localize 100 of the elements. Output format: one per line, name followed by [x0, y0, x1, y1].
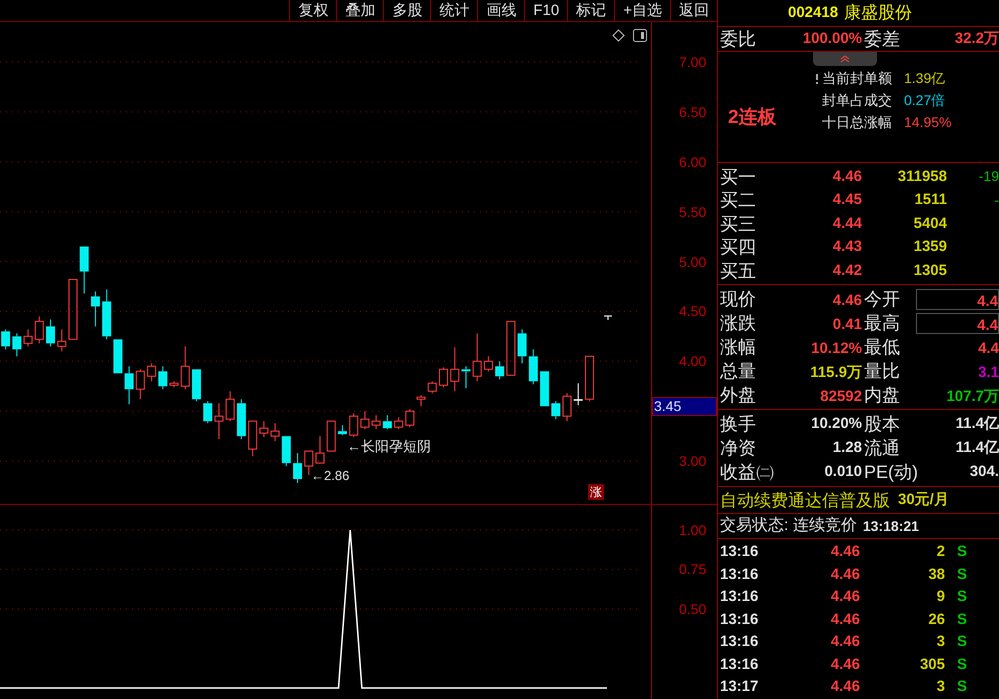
- tick-price: 4.46: [830, 632, 860, 652]
- diamond-icon: [612, 29, 625, 42]
- quote-value: 3.1: [977, 362, 999, 382]
- toolbar-button[interactable]: +自选: [614, 0, 670, 22]
- fundamental-label: PE(动): [864, 461, 919, 484]
- price-axis-label: 4.50: [679, 303, 706, 320]
- quote-value: 4.46: [832, 290, 862, 310]
- tick-volume: 3: [936, 677, 945, 698]
- fundamental-label: 流通: [864, 437, 901, 460]
- quote-value: 4.4: [916, 312, 999, 334]
- quote-value: 115.9万: [809, 362, 862, 382]
- toolbar-button[interactable]: 画线: [477, 0, 524, 22]
- indicator-axis-label: 1.00: [679, 522, 706, 538]
- seal-label: 封单占成交: [822, 91, 893, 110]
- fundamental-label: 股本: [864, 413, 901, 436]
- tick-side: S: [957, 654, 968, 675]
- price-axis-label: 5.00: [679, 254, 706, 270]
- promo-price: 30元/月: [898, 490, 949, 510]
- quote-label: 今开: [864, 288, 901, 312]
- candle: [124, 366, 134, 405]
- bid-volume: 5404: [912, 214, 947, 234]
- quote-label: 最高: [864, 312, 901, 336]
- tick-time: 13:16: [720, 654, 760, 675]
- candle: [203, 400, 212, 424]
- bid-price: 4.46: [832, 166, 862, 187]
- candle: [180, 346, 190, 390]
- candle: [248, 420, 258, 457]
- candle: [316, 436, 324, 464]
- bid-volume: 1305: [912, 260, 947, 281]
- candle: [562, 392, 572, 422]
- tick-volume: 26: [927, 610, 945, 630]
- ratio-label: 委比: [720, 28, 757, 51]
- toolbar-button[interactable]: F10: [524, 0, 568, 22]
- tick-volume: 38: [927, 564, 945, 585]
- quote-value: 10.12%: [810, 338, 862, 358]
- bid-volume: 1511: [913, 190, 947, 210]
- indicator-axis-label: 0.50: [679, 600, 706, 617]
- cursor-mark: [604, 316, 612, 320]
- tick-volume: 305: [918, 654, 945, 675]
- candle: [270, 422, 280, 442]
- toolbar-button[interactable]: 多股: [383, 0, 430, 22]
- price-axis-label: 6.50: [679, 104, 706, 120]
- low-price-annotation: ←2.86: [311, 468, 350, 483]
- tick-volume: 9: [936, 587, 945, 608]
- quote-label: 总量: [720, 360, 757, 384]
- tick-side: S: [957, 632, 968, 652]
- bid-change: -19: [978, 167, 999, 186]
- promo-link[interactable]: 自动续费通达信普及版: [720, 488, 890, 514]
- toolbar-button[interactable]: 返回: [670, 0, 717, 22]
- indicator-axis-label: 0.75: [679, 561, 706, 578]
- candle: [236, 398, 246, 440]
- candle: [214, 402, 224, 440]
- pattern-annotation: ←长阳孕短阴: [347, 438, 431, 454]
- tick-time: 13:16: [720, 564, 760, 585]
- quote-label: 外盘: [720, 384, 757, 408]
- candle: [540, 370, 550, 407]
- candle: [80, 246, 89, 294]
- tick-time: 13:16: [720, 587, 760, 608]
- candle: [416, 394, 426, 407]
- candle: [472, 332, 482, 382]
- bid-price: 4.44: [832, 214, 862, 234]
- candle: [90, 290, 100, 327]
- bid-label: 买四: [720, 236, 757, 260]
- candle: [57, 328, 66, 352]
- chevron-up-icon: [840, 54, 850, 63]
- candle: [584, 356, 594, 402]
- candle: [24, 328, 33, 347]
- tick-time: 13:16: [720, 542, 760, 562]
- tick-side: S: [957, 677, 968, 698]
- toolbar-button[interactable]: 复权: [289, 0, 336, 22]
- panel-toggle-icon[interactable]: [633, 29, 647, 42]
- candle: [528, 348, 538, 385]
- toolbar-button[interactable]: 标记: [567, 0, 614, 22]
- difference-value: 32.2万: [954, 28, 999, 49]
- tick-time: 13:16: [720, 632, 760, 652]
- candle: [170, 380, 179, 388]
- tick-side: S: [957, 564, 968, 585]
- toolbar-button[interactable]: 叠加: [336, 0, 384, 22]
- quote-label: 现价: [720, 288, 757, 312]
- tick-price: 4.46: [830, 677, 860, 698]
- seal-label: 当前封单额: [822, 69, 893, 88]
- limit-up-badge: 涨: [588, 484, 604, 500]
- quote-label: 量比: [864, 360, 901, 384]
- candle: [158, 366, 168, 390]
- quote-value: 4.4: [916, 288, 999, 310]
- price-axis-label: 7.00: [679, 54, 706, 70]
- candle: [282, 436, 291, 467]
- bid-change: -: [993, 190, 999, 210]
- candle: [349, 412, 358, 438]
- toolbar-button[interactable]: 统计: [430, 0, 478, 22]
- candle: [259, 420, 268, 438]
- candle: [372, 414, 381, 430]
- tick-side: S: [957, 587, 968, 608]
- tick-price: 4.46: [830, 654, 860, 675]
- candle: [551, 400, 560, 420]
- streak-label: 2连板: [728, 106, 777, 130]
- tick-time: 13:17: [720, 677, 760, 698]
- candle: [574, 382, 583, 406]
- fundamental-label: 收益㈡: [720, 461, 775, 484]
- tick-side: S: [957, 610, 968, 630]
